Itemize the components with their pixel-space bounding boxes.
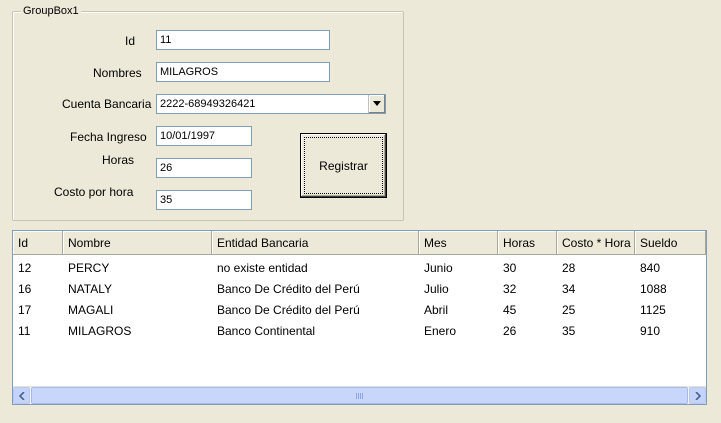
cell-sueldo: 840: [640, 261, 661, 275]
cell-mes: Enero: [424, 324, 457, 338]
cell-sueldo: 1125: [640, 303, 666, 317]
cell-id: 17: [18, 303, 32, 317]
arrow-right-icon: [695, 392, 701, 400]
table-row[interactable]: 16 NATALY Banco De Crédito del Perú Juli…: [13, 279, 706, 300]
cell-horas: 32: [503, 282, 517, 296]
cell-nombre: PERCY: [68, 261, 110, 275]
arrow-left-icon: [19, 392, 25, 400]
cell-horas: 30: [503, 261, 517, 275]
nombres-label: Nombres: [93, 66, 142, 80]
scroll-thumb[interactable]: [31, 387, 688, 404]
dropdown-button[interactable]: [368, 95, 385, 113]
column-header-sueldo[interactable]: Sueldo: [635, 231, 706, 255]
cell-costo: 35: [562, 324, 576, 338]
scroll-right-button[interactable]: [689, 387, 706, 404]
cell-costo: 28: [562, 261, 576, 275]
registrar-button-label: Registrar: [319, 158, 368, 173]
costo-field[interactable]: 35: [156, 190, 252, 210]
column-header-costo[interactable]: Costo * Hora: [557, 231, 635, 255]
cell-horas: 45: [503, 303, 517, 317]
chevron-down-icon: [373, 101, 381, 106]
employees-grid[interactable]: Id Nombre Entidad Bancaria Mes Horas Cos…: [12, 230, 707, 405]
fecha-field[interactable]: 10/01/1997: [156, 126, 252, 146]
column-header-nombre[interactable]: Nombre: [63, 231, 212, 255]
grid-header: Id Nombre Entidad Bancaria Mes Horas Cos…: [13, 231, 706, 255]
column-header-mes[interactable]: Mes: [419, 231, 498, 255]
cell-sueldo: 1088: [640, 282, 667, 296]
cell-costo: 25: [562, 303, 576, 317]
table-row[interactable]: 11 MILAGROS Banco Continental Enero 26 3…: [13, 321, 706, 342]
cell-entidad: Banco De Crédito del Perú: [217, 303, 360, 317]
cuenta-select-value: 2222-68949326421: [160, 98, 256, 110]
cuenta-label: Cuenta Bancaria: [62, 97, 152, 111]
costo-label: Costo por hora: [54, 185, 134, 199]
groupbox-title: GroupBox1: [21, 5, 81, 17]
cell-costo: 34: [562, 282, 576, 296]
horizontal-scrollbar[interactable]: [13, 386, 706, 404]
column-header-horas[interactable]: Horas: [498, 231, 557, 255]
nombres-field[interactable]: MILAGROS: [156, 62, 330, 82]
id-label: Id: [125, 34, 136, 48]
cell-nombre: NATALY: [68, 282, 113, 296]
horas-field[interactable]: 26: [156, 158, 252, 178]
column-header-id[interactable]: Id: [13, 231, 63, 255]
cell-nombre: MAGALI: [68, 303, 114, 317]
scroll-left-button[interactable]: [13, 387, 30, 404]
id-field[interactable]: 11: [156, 30, 330, 50]
cuenta-select[interactable]: 2222-68949326421: [156, 94, 386, 114]
cell-horas: 26: [503, 324, 517, 338]
cell-id: 16: [18, 282, 32, 296]
cell-sueldo: 910: [640, 324, 661, 338]
cell-entidad: Banco De Crédito del Perú: [217, 282, 360, 296]
cell-id: 11: [18, 324, 31, 338]
table-row[interactable]: 17 MAGALI Banco De Crédito del Perú Abri…: [13, 300, 706, 321]
horas-label: Horas: [102, 153, 135, 167]
fecha-label: Fecha Ingreso: [70, 130, 147, 144]
cell-mes: Junio: [424, 261, 453, 275]
cell-entidad: no existe entidad: [217, 261, 308, 275]
cell-mes: Julio: [424, 282, 449, 296]
cell-id: 12: [18, 261, 32, 275]
cell-entidad: Banco Continental: [217, 324, 316, 338]
grip-icon: [355, 393, 364, 399]
table-row[interactable]: 12 PERCY no existe entidad Junio 30 28 8…: [13, 258, 706, 279]
cell-nombre: MILAGROS: [68, 324, 132, 338]
cell-mes: Abril: [424, 303, 449, 317]
registrar-button[interactable]: Registrar: [300, 133, 387, 198]
column-header-entidad[interactable]: Entidad Bancaria: [212, 231, 419, 255]
